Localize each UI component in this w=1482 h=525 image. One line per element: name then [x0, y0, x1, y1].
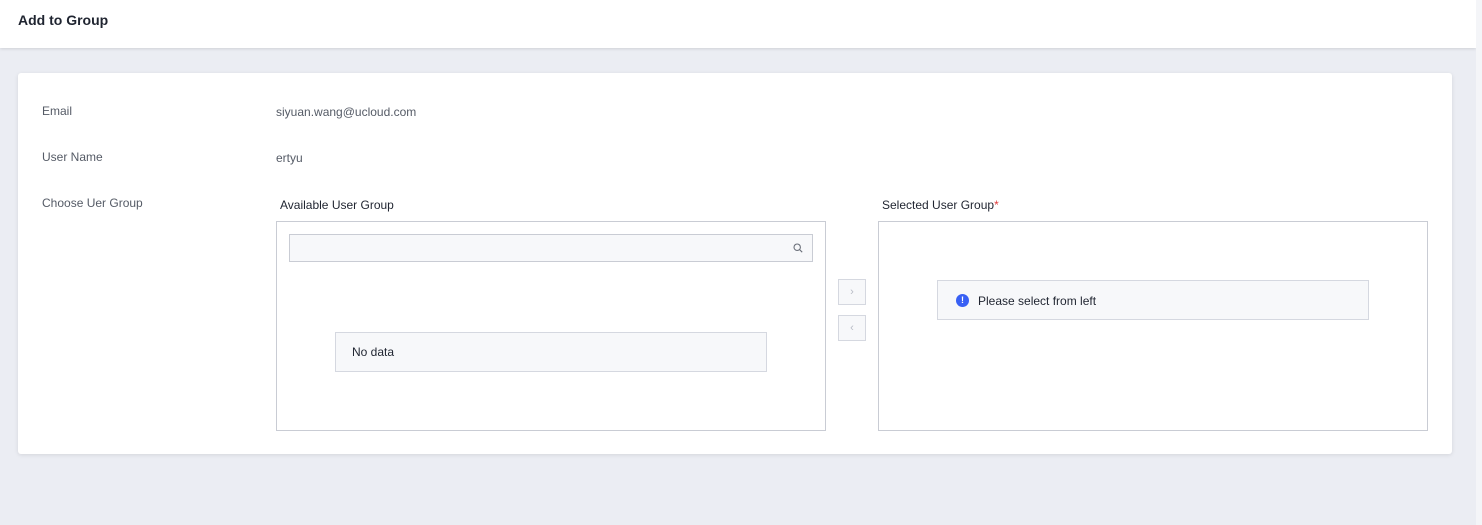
- form-card: Email siyuan.wang@ucloud.com User Name e…: [18, 73, 1452, 454]
- required-mark: *: [994, 198, 999, 212]
- move-right-button[interactable]: ›: [838, 279, 866, 305]
- no-data-box: No data: [335, 332, 767, 372]
- no-data-text: No data: [352, 345, 395, 359]
- available-group-title: Available User Group: [280, 198, 394, 212]
- username-label: User Name: [42, 150, 103, 164]
- page-title: Add to Group: [18, 12, 109, 28]
- email-label: Email: [42, 104, 73, 118]
- username-value: ertyu: [276, 151, 303, 165]
- search-icon[interactable]: [793, 243, 803, 253]
- email-value: siyuan.wang@ucloud.com: [276, 105, 417, 119]
- choose-group-label: Choose Uer Group: [42, 196, 143, 210]
- selected-group-panel: ! Please select from left: [878, 221, 1428, 431]
- selected-hint-text: Please select from left: [978, 294, 1097, 308]
- selected-hint-box: ! Please select from left: [937, 280, 1369, 320]
- page-header: Add to Group: [0, 0, 1476, 48]
- group-search-input[interactable]: [290, 235, 796, 261]
- move-left-button[interactable]: ‹: [838, 315, 866, 341]
- selected-group-title: Selected User Group*: [882, 198, 999, 212]
- info-icon: !: [956, 294, 969, 307]
- selected-group-title-text: Selected User Group: [882, 198, 995, 212]
- group-search: [289, 234, 813, 262]
- page-scrollbar[interactable]: [1476, 0, 1482, 525]
- available-group-panel: No data: [276, 221, 826, 431]
